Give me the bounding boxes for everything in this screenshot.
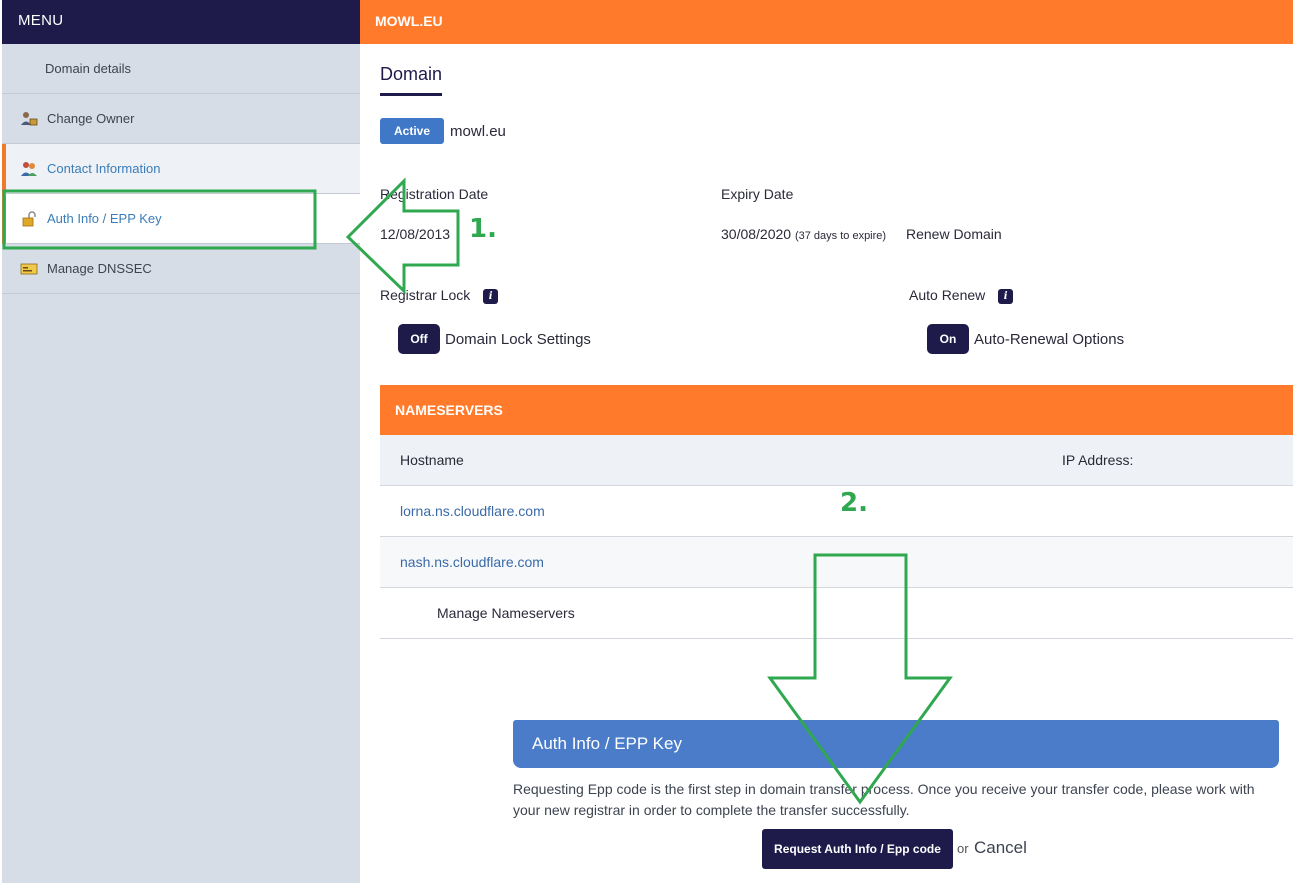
sidebar-item-label: Contact Information (47, 161, 161, 176)
sidebar-item-domain-details[interactable]: Domain details (2, 44, 360, 94)
sidebar: MENU Domain details Change Owner Contact… (2, 0, 360, 883)
auto-renewal-options-link[interactable]: Auto-Renewal Options (974, 331, 1124, 348)
domain-title-bar: MOWL.EU (360, 0, 1293, 44)
sidebar-item-auth-info[interactable]: Auth Info / EPP Key (2, 194, 360, 244)
lock-icon (20, 210, 38, 227)
domain-lock-settings-link[interactable]: Domain Lock Settings (445, 331, 591, 348)
registrar-lock-toggle[interactable]: Off (398, 324, 440, 354)
or-text: or (957, 841, 969, 856)
auto-renew-toggle-row: On Auto-Renewal Options (927, 324, 1124, 354)
registration-date-value: 12/08/2013 (380, 226, 451, 242)
contacts-icon (20, 161, 38, 177)
auto-renew-row: Auto Renew i (909, 287, 1014, 304)
registration-date-label: Registration Date (380, 186, 489, 202)
nameservers-table-header: Hostname IP Address: (380, 435, 1293, 486)
expiry-date-label: Expiry Date (721, 186, 794, 202)
auto-renew-toggle[interactable]: On (927, 324, 969, 354)
expiry-note: (37 days to expire) (794, 230, 887, 242)
manage-nameservers-link[interactable]: Manage Nameservers (400, 605, 575, 621)
expiry-date-value: 30/08/2020 (721, 226, 792, 242)
hostname-column-header: Hostname (400, 452, 464, 468)
registrar-lock-label: Registrar Lock (380, 287, 471, 303)
menu-header: MENU (2, 0, 360, 44)
step-1-label: 1. (469, 214, 497, 244)
sidebar-item-change-owner[interactable]: Change Owner (2, 94, 360, 144)
info-icon[interactable]: i (483, 288, 499, 304)
nameservers-header: NAMESERVERS (380, 385, 1293, 435)
nameserver-link[interactable]: lorna.ns.cloudflare.com (400, 503, 545, 519)
sidebar-item-contact-information[interactable]: Contact Information (2, 144, 360, 194)
sidebar-item-label: Domain details (45, 61, 131, 76)
owner-icon (20, 111, 38, 127)
renew-domain-link[interactable]: Renew Domain (906, 226, 1002, 242)
sidebar-item-label: Change Owner (47, 111, 135, 126)
auth-info-panel-header: Auth Info / EPP Key (513, 720, 1279, 768)
request-auth-code-button[interactable]: Request Auth Info / Epp code (762, 829, 953, 869)
ip-column-header: IP Address: (1062, 452, 1134, 468)
registrar-lock-toggle-row: Off Domain Lock Settings (398, 324, 591, 354)
domain-status-row: Active mowl.eu (380, 118, 506, 144)
main-content: Domain Active mowl.eu Registration Date … (360, 44, 1293, 883)
info-icon[interactable]: i (998, 288, 1014, 304)
registrar-lock-row: Registrar Lock i (380, 287, 499, 304)
auth-info-description: Requesting Epp code is the first step in… (513, 781, 1255, 818)
cancel-link[interactable]: Cancel (974, 838, 1027, 858)
table-row: lorna.ns.cloudflare.com (380, 486, 1293, 537)
auto-renew-label: Auto Renew (909, 287, 986, 303)
step-2-label: 2. (840, 488, 868, 518)
domain-name: mowl.eu (450, 122, 506, 140)
manage-nameservers-row: Manage Nameservers (380, 588, 1293, 639)
sidebar-item-manage-dnssec[interactable]: Manage DNSSEC (2, 244, 360, 294)
sidebar-item-label: Auth Info / EPP Key (47, 211, 162, 226)
dnssec-icon (20, 261, 38, 277)
expiry-row: 30/08/2020 (37 days to expire) Renew Dom… (721, 226, 1002, 242)
nameserver-link[interactable]: nash.ns.cloudflare.com (400, 554, 544, 570)
table-row: nash.ns.cloudflare.com (380, 537, 1293, 588)
sidebar-item-label: Manage DNSSEC (47, 261, 152, 276)
status-badge: Active (380, 118, 445, 144)
tab-domain[interactable]: Domain (380, 64, 443, 96)
